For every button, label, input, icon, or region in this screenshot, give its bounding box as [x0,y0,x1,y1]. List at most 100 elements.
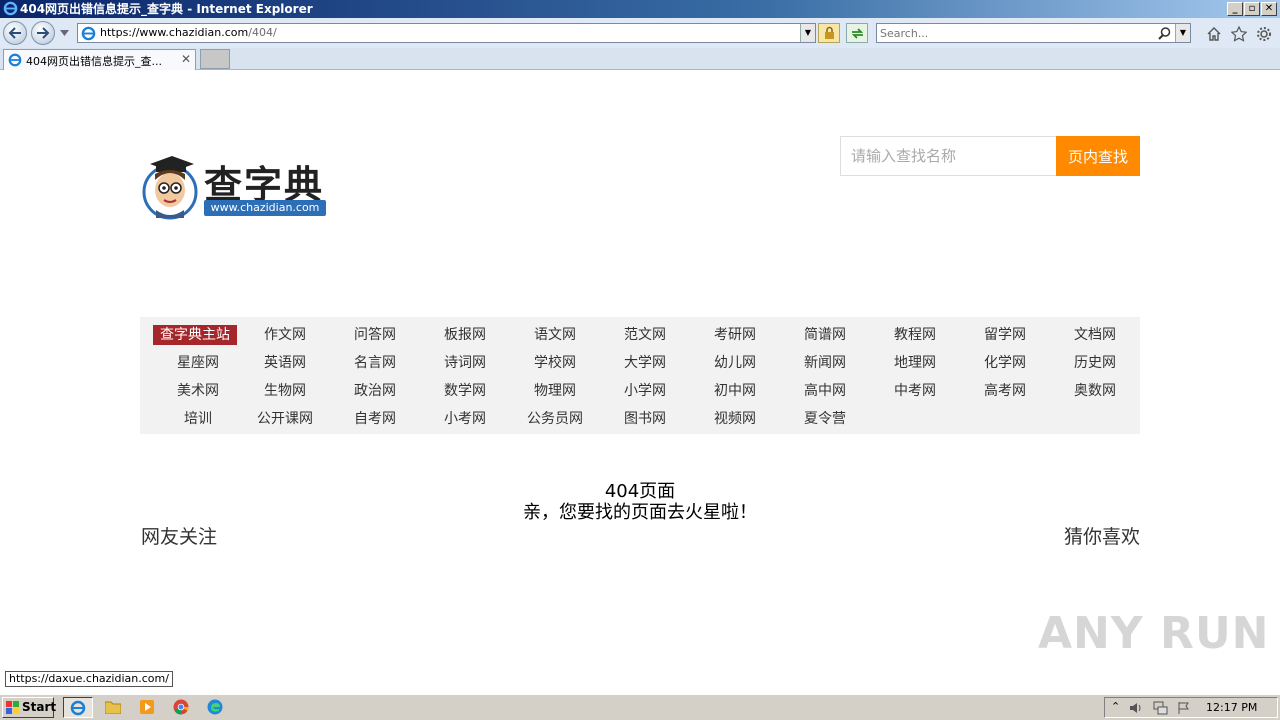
nav-link[interactable]: 范文网 [600,325,690,345]
refresh-icon [851,28,864,39]
page-ie-icon [81,26,96,41]
settings-gear-icon[interactable] [1256,26,1272,42]
anyrun-watermark: ANY RUN [1038,608,1270,659]
close-window-button[interactable]: ✕ [1261,2,1277,16]
nav-link[interactable]: 数学网 [420,381,510,401]
nav-link[interactable]: 中考网 [870,381,960,401]
nav-link[interactable]: 星座网 [153,353,243,373]
tab-title: 404网页出错信息提示_查... [26,55,162,68]
nav-link[interactable]: 夏令营 [780,409,870,429]
nav-link[interactable]: 生物网 [240,381,330,401]
chrome-icon [173,699,189,715]
window-title: 404网页出错信息提示_查字典 - Internet Explorer [20,2,313,16]
back-arrow-icon [8,27,21,39]
search-provider-dropdown[interactable]: ▼ [1175,24,1190,42]
nav-link[interactable]: 诗词网 [420,353,510,373]
taskbar-chrome[interactable] [166,697,196,718]
volume-icon[interactable] [1129,701,1143,715]
nav-link[interactable]: 文档网 [1050,325,1140,345]
address-bar[interactable]: https://www.chazidian.com/404/ ▼ [77,23,816,43]
address-url[interactable]: https://www.chazidian.com/404/ [100,26,277,39]
history-dropdown-icon[interactable] [60,30,69,36]
nav-link[interactable]: 公开课网 [240,409,330,429]
nav-link[interactable]: 新闻网 [780,353,870,373]
nav-link[interactable]: 小学网 [600,381,690,401]
taskbar-media-player[interactable] [132,697,162,718]
nav-link[interactable]: 板报网 [420,325,510,345]
security-lock-button[interactable] [818,23,840,43]
internet-explorer-icon [3,1,18,16]
nav-link[interactable]: 地理网 [870,353,960,373]
nav-link[interactable]: 小考网 [420,409,510,429]
browser-search-input[interactable] [880,26,1150,40]
nav-link[interactable]: 学校网 [510,353,600,373]
nav-link[interactable]: 问答网 [330,325,420,345]
forward-button[interactable] [31,21,55,45]
refresh-button[interactable] [846,23,868,43]
nav-link[interactable]: 视频网 [690,409,780,429]
network-icon[interactable] [1153,701,1168,715]
home-icon[interactable] [1206,26,1222,42]
taskbar-internet-explorer[interactable] [63,697,93,718]
error-message: 亲，您要找的页面去火星啦！ [523,502,757,523]
taskbar-clock[interactable]: 12:17 PM [1206,701,1257,714]
page-search-input[interactable] [840,136,1056,176]
status-bar-url: https://daxue.chazidian.com/ [5,671,173,687]
favorites-star-icon[interactable] [1231,26,1247,42]
nav-link[interactable]: 培训 [153,409,243,429]
taskbar-edge[interactable] [200,697,230,718]
address-dropdown-button[interactable]: ▼ [800,24,815,42]
nav-link[interactable]: 高中网 [780,381,870,401]
nav-link[interactable]: 自考网 [330,409,420,429]
logo-domain-text: www.chazidian.com [204,200,326,216]
nav-link[interactable]: 教程网 [870,325,960,345]
browser-search-box[interactable]: ▼ [876,23,1191,43]
friends-focus-heading: 网友关注 [141,526,218,548]
nav-link[interactable]: 公务员网 [510,409,600,429]
tab-close-icon[interactable]: ✕ [181,52,191,66]
site-logo[interactable]: 查字典 www.chazidian.com [142,150,332,220]
nav-link[interactable]: 初中网 [690,381,780,401]
start-label: Start [22,700,57,714]
internet-explorer-taskbar-icon [70,700,86,716]
nav-link[interactable]: 幼儿网 [690,353,780,373]
nav-link[interactable]: 留学网 [960,325,1050,345]
taskbar-file-explorer[interactable] [98,697,128,718]
page-search-button[interactable]: 页内查找 [1056,136,1140,176]
lock-icon [825,26,834,39]
folder-icon [105,701,121,714]
maximize-button[interactable]: ▫ [1244,2,1260,16]
nav-link[interactable]: 简谱网 [780,325,870,345]
minimize-button[interactable]: _ [1227,2,1243,16]
windows-taskbar: Start ⌃ 12:17 PM [0,694,1280,720]
nav-link[interactable]: 奥数网 [1050,381,1140,401]
nav-link[interactable]: 美术网 [153,381,243,401]
action-center-flag-icon[interactable] [1177,701,1191,715]
nav-link[interactable]: 语文网 [510,325,600,345]
nav-link[interactable]: 化学网 [960,353,1050,373]
guess-you-like-heading: 猜你喜欢 [1063,526,1140,548]
nav-link[interactable]: 历史网 [1050,353,1140,373]
nav-link[interactable]: 名言网 [330,353,420,373]
forward-arrow-icon [37,27,50,39]
start-button[interactable]: Start [2,697,57,718]
show-hidden-icons-icon[interactable]: ⌃ [1111,700,1120,713]
media-player-icon [140,700,154,714]
nav-link[interactable]: 高考网 [960,381,1050,401]
nav-link[interactable]: 大学网 [600,353,690,373]
new-tab-button[interactable] [200,49,230,69]
windows-flag-icon [6,701,19,714]
search-icon[interactable] [1158,27,1171,40]
nav-link[interactable]: 物理网 [510,381,600,401]
web-page: 查字典 www.chazidian.com 页内查找 查字典主站作文网问答网板报… [0,70,1280,690]
nav-link[interactable]: 考研网 [690,325,780,345]
tab-404-page[interactable]: 404网页出错信息提示_查... ✕ [3,49,196,70]
nav-link[interactable]: 图书网 [600,409,690,429]
nav-link[interactable]: 作文网 [240,325,330,345]
edge-icon [207,699,223,715]
nav-link[interactable]: 英语网 [240,353,330,373]
nav-link[interactable]: 查字典主站 [153,325,237,345]
nav-link[interactable]: 政治网 [330,381,420,401]
back-button[interactable] [3,21,27,45]
tab-bar: 404网页出错信息提示_查... ✕ [0,48,1280,70]
